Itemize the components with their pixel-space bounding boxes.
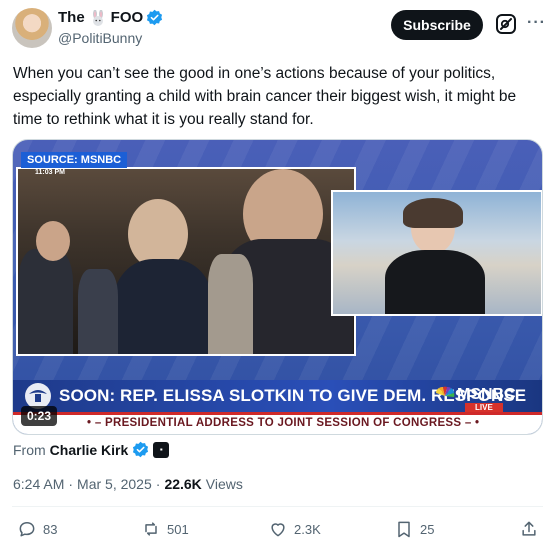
meta-separator: · [155,476,161,492]
avatar[interactable] [12,8,52,48]
grok-icon[interactable] [495,13,517,35]
reply-button[interactable]: 83 [17,519,57,539]
network-name: MSNBC [457,386,516,403]
post-date[interactable]: Mar 5, 2025 [77,476,152,492]
verified-badge-icon [133,441,149,458]
repost-icon [145,522,157,536]
affiliate-badge-icon: ▪ [153,441,170,458]
video-duration: 0:23 [21,406,58,426]
from-label: From [13,441,46,458]
like-count: 2.3K [294,521,321,537]
repost-count: 501 [167,521,189,537]
bookmark-button[interactable]: 25 [394,519,434,539]
bunny-emoji-icon [92,9,103,26]
subscribe-button[interactable]: Subscribe [391,10,483,40]
broadcast-time: 11:03 PM [35,169,65,176]
author-handle[interactable]: @PolitiBunny [58,30,142,46]
author-name[interactable]: The FOO [58,9,163,26]
heart-icon [271,523,285,537]
author-name-suffix: FOO [110,9,144,26]
divider [12,506,543,507]
video-frame-anchor [331,190,542,316]
video-player[interactable]: SOURCE: MSNBC 11:03 PM SOON: REP. ELISSA… [12,139,543,435]
share-button[interactable] [519,519,539,539]
views-count: 22.6K [164,476,202,492]
ticker-text: • – PRESIDENTIAL ADDRESS TO JOINT SESSIO… [87,417,480,429]
tweet-text: When you can’t see the good in one’s act… [13,65,517,128]
from-name-link[interactable]: Charlie Kirk [50,442,129,458]
reply-count: 83 [43,521,58,537]
bookmark-icon [398,521,410,538]
post-meta: 6:24 AM · Mar 5, 2025 · 22.6K Views [13,476,243,492]
more-options-button[interactable]: ··· [527,14,546,32]
like-button[interactable]: 2.3K [268,519,321,539]
video-attribution[interactable]: From Charlie Kirk ▪ [13,441,170,458]
video-frame-chamber [16,167,356,356]
author-name-prefix: The [58,9,85,26]
source-tag: SOURCE: MSNBC [21,152,128,168]
repost-button[interactable]: 501 [141,519,189,539]
live-badge: LIVE [465,403,503,412]
meta-separator: · [68,476,74,492]
reply-icon [19,522,35,537]
ticker-edge [13,412,542,415]
views-label: Views [205,476,243,492]
verified-badge-icon[interactable] [146,9,163,26]
bookmark-count: 25 [420,521,435,537]
post-time[interactable]: 6:24 AM [13,476,64,492]
share-icon [522,521,536,536]
